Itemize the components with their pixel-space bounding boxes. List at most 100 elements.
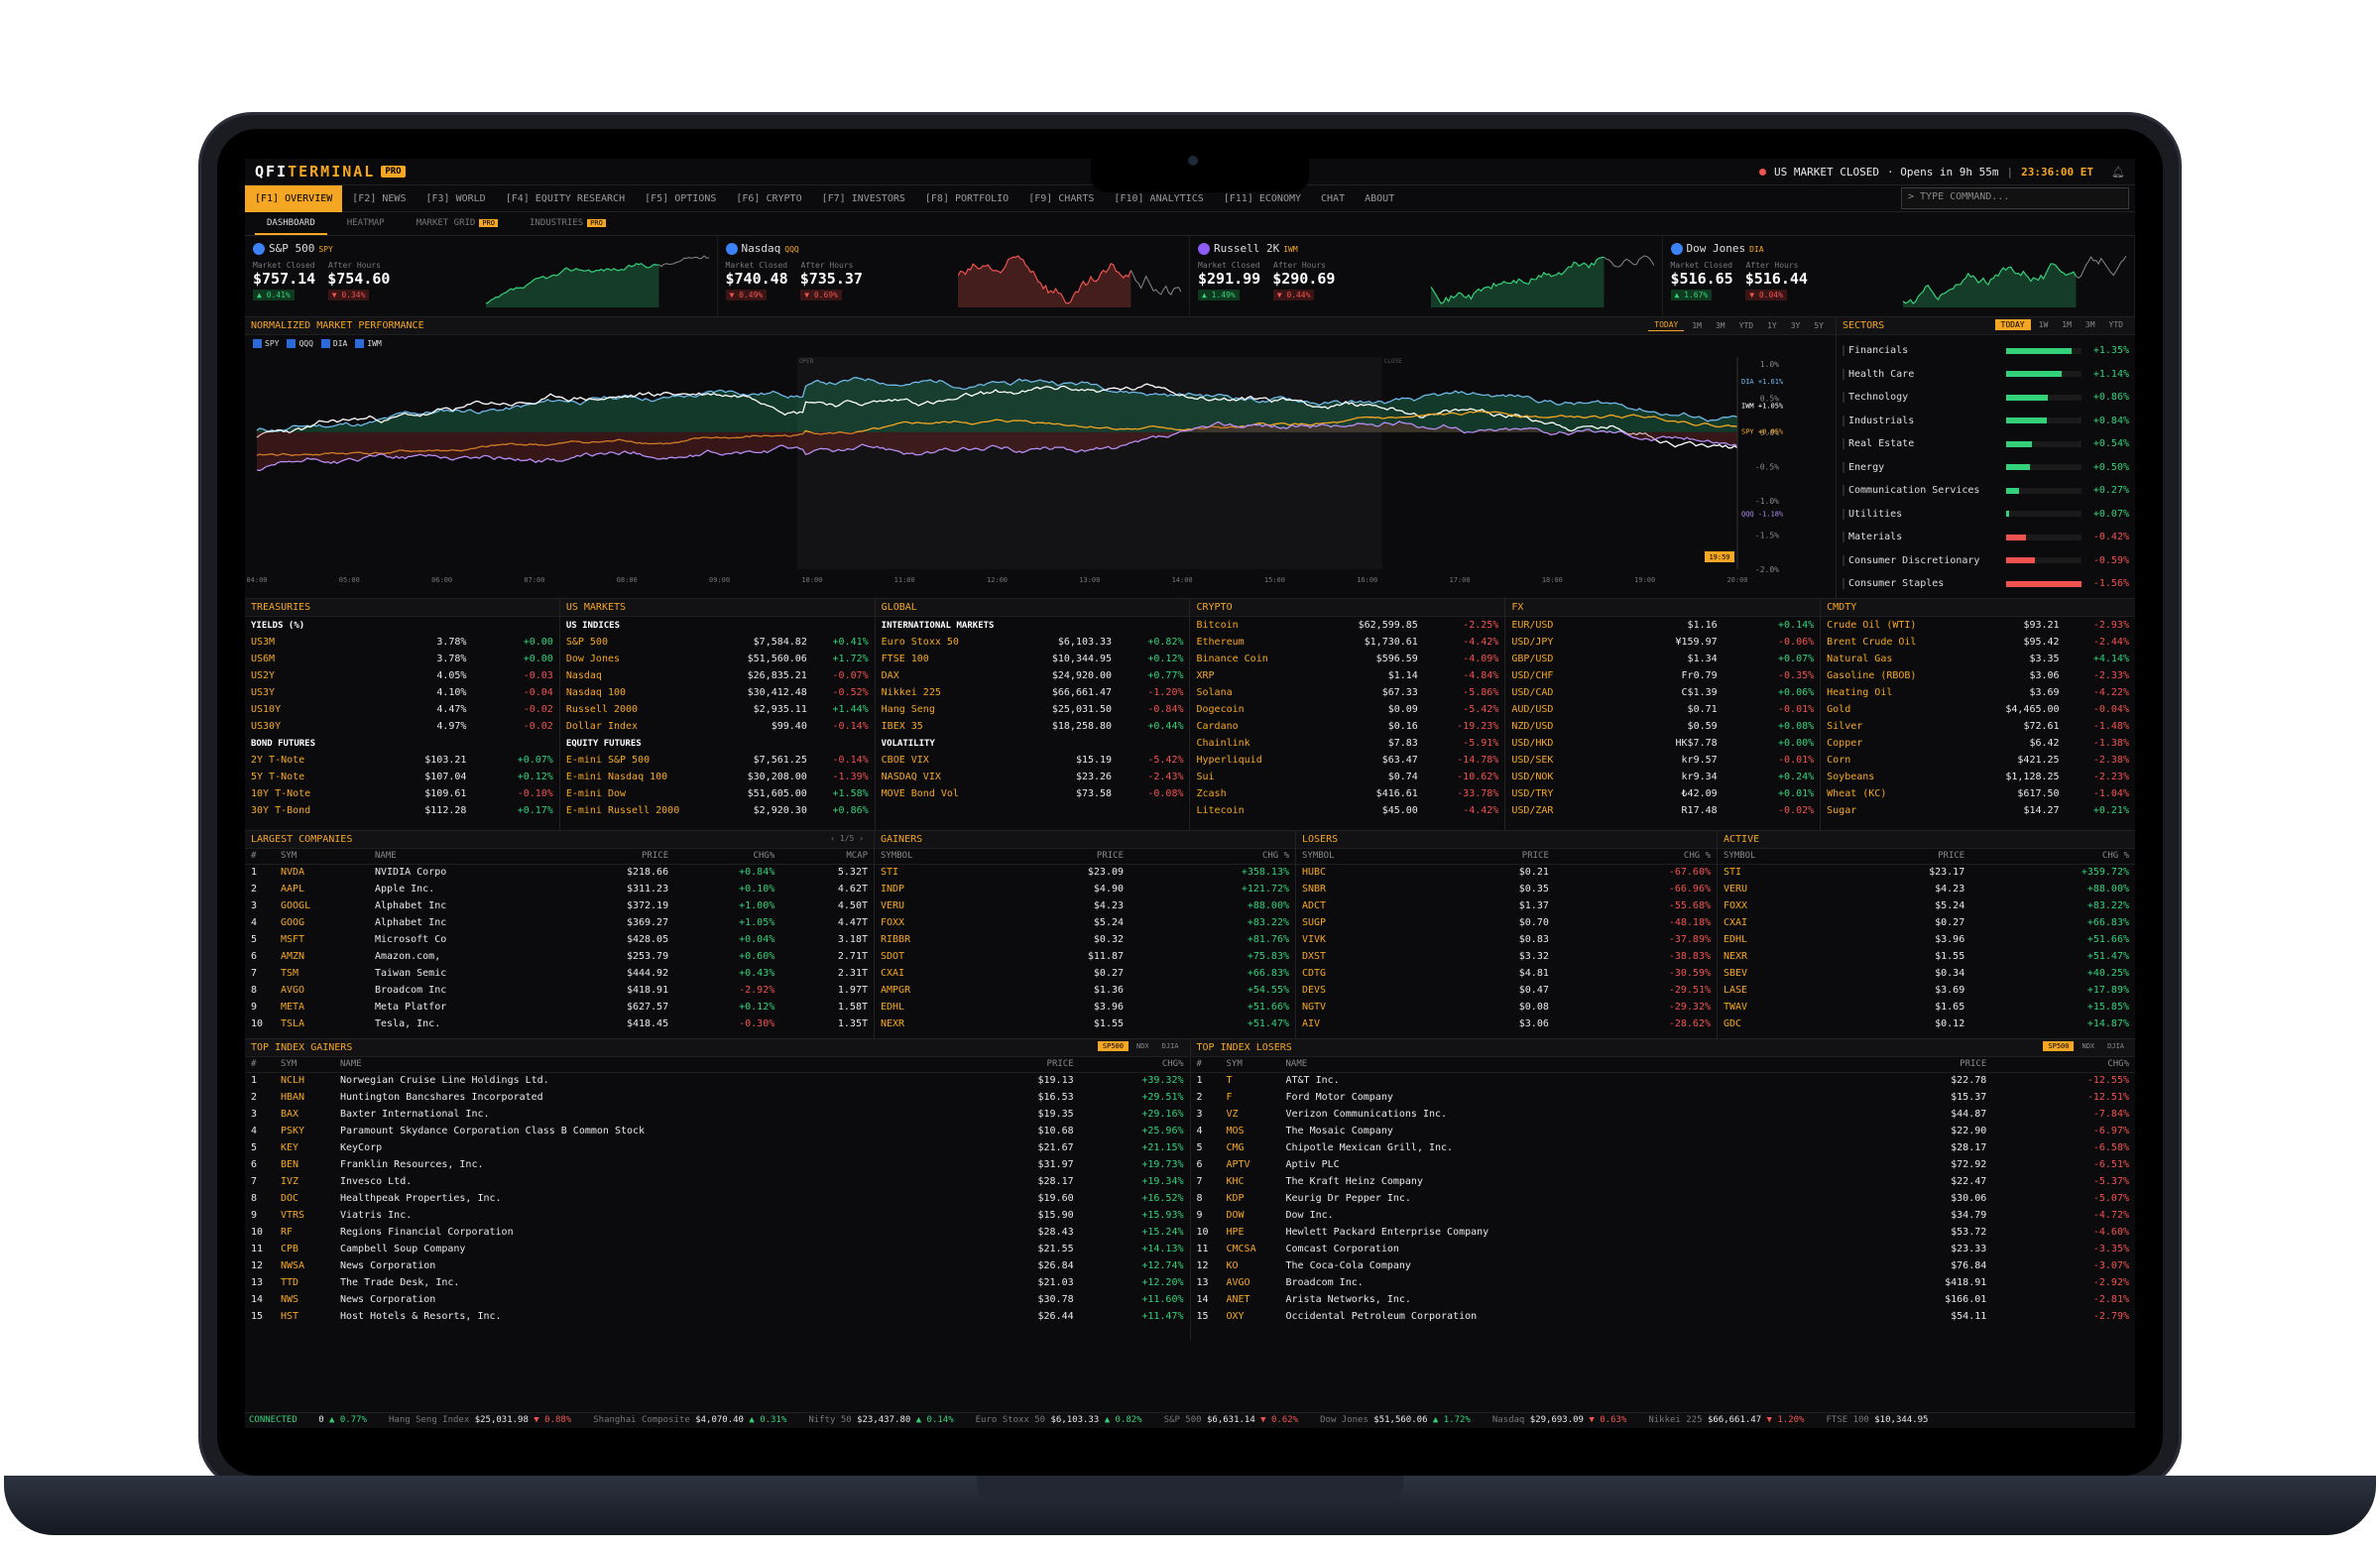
table-row[interactable]: Silver $72.61 -1.48% — [1821, 718, 2135, 735]
table-row[interactable]: 1 NCLH Norwegian Cruise Line Holdings Ltd.… — [245, 1072, 1190, 1089]
column-header[interactable]: CHG% — [1992, 1057, 2135, 1073]
table-row[interactable]: CXAI $0.27 +66.83% — [875, 965, 1295, 982]
table-row[interactable]: USD/CHF Fr0.79 -0.35% — [1505, 667, 1820, 684]
table-row[interactable]: Wheat (KC) $617.50 -1.04% — [1821, 785, 2135, 802]
nav-tab-0[interactable]: [F1] OVERVIEW — [245, 184, 343, 212]
ticker-card[interactable]: Nasdaq QQQ Market Closed After Hours $740.48… — [718, 236, 1190, 316]
range-tab[interactable]: 3M — [1710, 320, 1731, 331]
range-tab[interactable]: 1M — [1686, 320, 1708, 331]
table-row[interactable]: 14 NWS News Corporation $30.78 +11.60% — [245, 1291, 1190, 1308]
nav-tab-3[interactable]: [F4] EQUITY RESEARCH — [496, 185, 635, 212]
table-row[interactable]: Cardano $0.16 -19.23% — [1190, 718, 1504, 735]
sector-row[interactable]: Technology +0.86% — [1837, 386, 2135, 410]
footer-ticker-item[interactable]: FTSE 100 $10,344.95 — [1826, 1415, 1928, 1425]
table-row[interactable]: 5 MSFT Microsoft Co $428.05 +0.04% 3.18T — [245, 931, 874, 948]
table-row[interactable]: 2 HBAN Huntington Bancshares Incorporated $… — [245, 1089, 1190, 1106]
table-row[interactable]: SBEV $0.34 +40.25% — [1718, 965, 2135, 982]
column-header[interactable]: SYMBOL — [875, 849, 998, 865]
table-row[interactable]: 13 AVGO Broadcom Inc. $418.91 -2.92% — [1191, 1274, 2136, 1291]
range-tab[interactable]: 1Y — [1761, 320, 1783, 331]
table-row[interactable]: 15 HST Host Hotels & Resorts, Inc. $26.44 +1… — [245, 1308, 1190, 1325]
sector-range-tab[interactable]: 1W — [2033, 319, 2055, 330]
column-header[interactable]: PRICE — [554, 849, 675, 865]
nav-tab-12[interactable]: ABOUT — [1355, 185, 1404, 212]
table-row[interactable]: USD/ZAR R17.48 -0.02% — [1505, 802, 1820, 819]
table-row[interactable]: AMPGR $1.36 +54.55% — [875, 982, 1295, 999]
table-row[interactable]: VIVK $0.83 -37.89% — [1296, 931, 1717, 948]
column-header[interactable]: NAME — [1279, 1057, 1850, 1073]
table-row[interactable]: USD/NOK kr9.34 +0.24% — [1505, 769, 1820, 785]
table-row[interactable]: NEXR $1.55 +51.47% — [1718, 948, 2135, 965]
sector-row[interactable]: Utilities +0.07% — [1837, 503, 2135, 527]
table-row[interactable]: 6 BEN Franklin Resources, Inc. $31.97 +19.73… — [245, 1156, 1190, 1173]
table-row[interactable]: 8 KDP Keurig Dr Pepper Inc. $30.06 -5.07% — [1191, 1190, 2136, 1207]
table-row[interactable]: Gold $4,465.00 -0.04% — [1821, 701, 2135, 718]
nav-tab-8[interactable]: [F9] CHARTS — [1018, 185, 1104, 212]
sector-range-tab[interactable]: TODAY — [1994, 319, 2031, 330]
ticker-card[interactable]: Dow Jones DIA Market Closed After Hours $516… — [1663, 236, 2135, 316]
table-row[interactable]: Soybeans $1,128.25 -2.23% — [1821, 769, 2135, 785]
footer-ticker-item[interactable]: Nasdaq $29,693.09 ▼ 0.63% — [1492, 1415, 1626, 1425]
table-row[interactable]: 6 APTV Aptiv PLC $72.92 -6.51% — [1191, 1156, 2136, 1173]
table-row[interactable]: AIV $3.06 -28.62% — [1296, 1015, 1717, 1032]
table-row[interactable]: Crude Oil (WTI) $93.21 -2.93% — [1821, 617, 2135, 634]
table-row[interactable]: FOXX $5.24 +83.22% — [875, 914, 1295, 931]
nav-tab-1[interactable]: [F2] NEWS — [342, 185, 416, 212]
table-row[interactable]: DXST $3.32 -38.83% — [1296, 948, 1717, 965]
column-header[interactable]: PRICE — [1839, 849, 1971, 865]
table-row[interactable]: US6M 3.78% +0.00 — [245, 651, 559, 667]
table-row[interactable]: Russell 2000 $2,935.11 +1.44% — [560, 701, 875, 718]
sector-row[interactable]: Financials +1.35% — [1837, 339, 2135, 363]
table-row[interactable]: Hyperliquid $63.47 -14.78% — [1190, 752, 1504, 769]
sector-row[interactable]: Industrials +0.84% — [1837, 410, 2135, 433]
table-row[interactable]: US2Y 4.05% -0.03 — [245, 667, 559, 684]
table-row[interactable]: Litecoin $45.00 -4.42% — [1190, 802, 1504, 819]
footer-ticker-item[interactable]: 0 ▲ 0.77% — [318, 1415, 367, 1425]
table-row[interactable]: 7 KHC The Kraft Heinz Company $22.47 -5.37% — [1191, 1173, 2136, 1190]
column-header[interactable]: MCAP — [780, 849, 874, 865]
table-row[interactable]: Zcash $416.61 -33.78% — [1190, 785, 1504, 802]
column-header[interactable]: PRICE — [1849, 1057, 1993, 1073]
table-row[interactable]: STI $23.09 +358.13% — [875, 864, 1295, 881]
index-tab[interactable]: DJIA — [1157, 1041, 1184, 1051]
table-row[interactable]: 11 CMCSA Comcast Corporation $23.33 -3.35% — [1191, 1241, 2136, 1257]
table-row[interactable]: STI $23.17 +359.72% — [1718, 864, 2135, 881]
column-header[interactable]: SYMBOL — [1718, 849, 1840, 865]
sector-row[interactable]: Communication Services +0.27% — [1837, 479, 2135, 503]
table-row[interactable]: USD/SEK kr9.57 -0.01% — [1505, 752, 1820, 769]
table-row[interactable]: SNBR $0.35 -66.96% — [1296, 881, 1717, 897]
sector-row[interactable]: Energy +0.50% — [1837, 456, 2135, 480]
column-header[interactable]: SYM — [1220, 1057, 1280, 1073]
column-header[interactable]: CHG% — [674, 849, 781, 865]
table-row[interactable]: 8 AVGO Broadcom Inc $418.91 -2.92% 1.97T — [245, 982, 874, 999]
table-row[interactable]: Chainlink $7.83 -5.91% — [1190, 735, 1504, 752]
table-row[interactable]: TWAV $1.65 +15.85% — [1718, 999, 2135, 1015]
table-row[interactable]: AUD/USD $0.71 -0.01% — [1505, 701, 1820, 718]
table-row[interactable]: S&P 500 $7,584.82 +0.41% — [560, 634, 875, 651]
table-row[interactable]: USD/CAD C$1.39 +0.06% — [1505, 684, 1820, 701]
sector-row[interactable]: Consumer Discretionary -0.59% — [1837, 549, 2135, 573]
nav-tab-6[interactable]: [F7] INVESTORS — [812, 185, 915, 212]
range-tab[interactable]: TODAY — [1648, 319, 1685, 331]
table-row[interactable]: 5 CMG Chipotle Mexican Grill, Inc. $28.17 -6… — [1191, 1139, 2136, 1156]
table-row[interactable]: 2 AAPL Apple Inc. $311.23 +0.10% 4.62T — [245, 881, 874, 897]
subtab-0[interactable]: DASHBOARD — [255, 212, 327, 235]
footer-ticker-item[interactable]: Nifty 50 $23,437.80 ▲ 0.14% — [808, 1415, 953, 1425]
range-tab[interactable]: YTD — [1733, 320, 1759, 331]
table-row[interactable]: Dow Jones $51,560.06 +1.72% — [560, 651, 875, 667]
sector-range-tab[interactable]: 1M — [2056, 319, 2078, 330]
table-row[interactable]: 12 NWSA News Corporation $26.84 +12.74% — [245, 1257, 1190, 1274]
table-row[interactable]: 8 DOC Healthpeak Properties, Inc. $19.60 +16… — [245, 1190, 1190, 1207]
table-row[interactable]: 7 TSM Taiwan Semic $444.92 +0.43% 2.31T — [245, 965, 874, 982]
table-row[interactable]: NEXR $1.55 +51.47% — [875, 1015, 1295, 1032]
table-row[interactable]: 3 BAX Baxter International Inc. $19.35 +29.1… — [245, 1106, 1190, 1123]
table-row[interactable]: HUBC $0.21 -67.60% — [1296, 864, 1717, 881]
table-row[interactable]: NZD/USD $0.59 +0.08% — [1505, 718, 1820, 735]
table-row[interactable]: 10 HPE Hewlett Packard Enterprise Company $… — [1191, 1224, 2136, 1241]
table-row[interactable]: ADCT $1.37 -55.68% — [1296, 897, 1717, 914]
nav-tab-2[interactable]: [F3] WORLD — [416, 185, 495, 212]
table-row[interactable]: 3 VZ Verizon Communications Inc. $44.87 -7.8… — [1191, 1106, 2136, 1123]
footer-ticker-item[interactable]: S&P 500 $6,631.14 ▼ 0.62% — [1164, 1415, 1298, 1425]
table-row[interactable]: LASE $3.69 +17.89% — [1718, 982, 2135, 999]
footer-ticker-item[interactable]: Nikkei 225 $66,661.47 ▼ 1.20% — [1648, 1415, 1804, 1425]
